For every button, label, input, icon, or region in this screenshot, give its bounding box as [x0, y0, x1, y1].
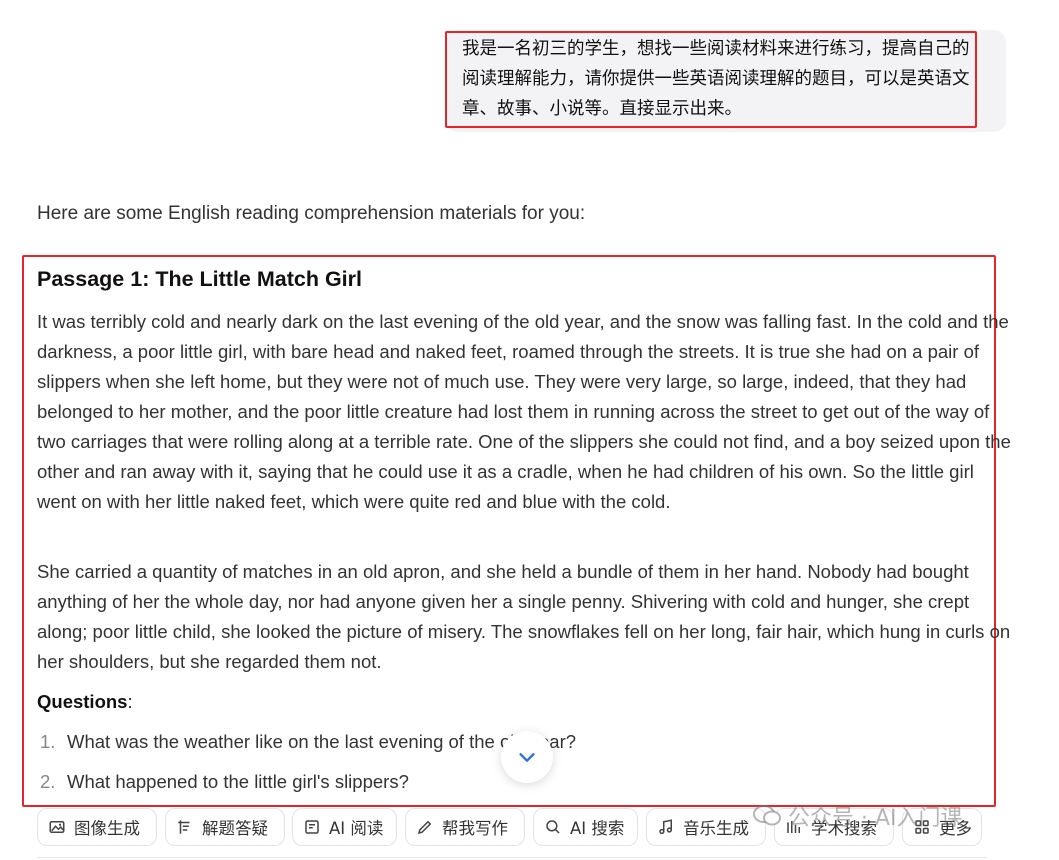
tool-problem-solving[interactable]: 解题答疑 [165, 808, 285, 846]
scroll-to-bottom-button[interactable] [501, 731, 553, 783]
response-intro: Here are some English reading comprehens… [37, 203, 586, 224]
chevron-down-icon [519, 753, 535, 762]
image-gen-icon [49, 821, 65, 833]
question-text: What was the weather like on the last ev… [67, 731, 577, 752]
passage-title: Passage 1: The Little Match Girl [37, 267, 362, 291]
tool-label: 音乐生成 [683, 819, 749, 838]
passage-paragraph: She carried a quantity of matches in an … [37, 561, 1011, 672]
tool-label: AI 搜索 [570, 819, 625, 838]
tool-ai-reading[interactable]: AI 阅读 [292, 808, 397, 846]
tool-music-generation[interactable]: 音乐生成 [646, 808, 766, 846]
ai-read-icon [305, 820, 319, 834]
tool-image-generation[interactable]: 图像生成 [37, 808, 157, 846]
tool-ai-search[interactable]: AI 搜索 [533, 808, 638, 846]
tool-writing-help[interactable]: 帮我写作 [405, 808, 525, 846]
user-message-highlight [445, 31, 977, 128]
question-number: 1. [40, 731, 56, 752]
questions-heading-colon: : [127, 691, 133, 712]
questions-heading: Questions: [37, 687, 133, 717]
solve-icon [178, 820, 190, 834]
music-icon [659, 819, 672, 835]
tool-label: 图像生成 [74, 819, 140, 838]
tool-label: 解题答疑 [202, 819, 268, 838]
question-text: What happened to the little girl's slipp… [67, 771, 409, 792]
input-divider [37, 857, 987, 858]
ai-search-icon [546, 820, 560, 834]
tool-label: AI 阅读 [329, 819, 384, 838]
question-number: 2. [40, 771, 56, 792]
wechat-icon [753, 805, 781, 826]
tool-label: 帮我写作 [442, 819, 508, 838]
passage-paragraph: It was terribly cold and nearly dark on … [37, 311, 1011, 512]
question-item: 1. What was the weather like on the last … [40, 727, 576, 757]
question-item: 2. What happened to the little girl's sli… [40, 767, 409, 797]
watermark: 公众号 · AI入门课 [752, 800, 963, 832]
write-icon [417, 820, 432, 835]
watermark-text: 公众号 · AI入门课 [788, 806, 963, 831]
questions-heading-label: Questions [37, 691, 128, 712]
